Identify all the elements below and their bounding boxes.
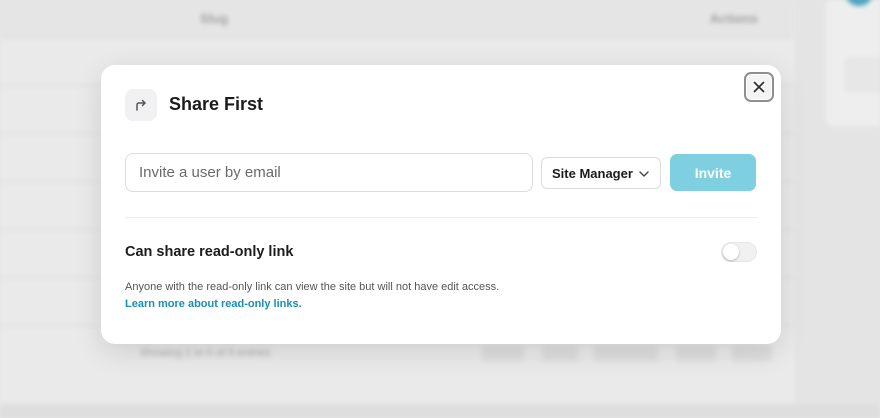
pager-first [482,345,524,361]
background-bottom [0,404,880,418]
pager-last [732,345,772,361]
pager-prev [542,345,578,361]
table-header: Slug Actions [0,0,795,38]
toggle-knob [723,244,739,260]
background-side-box [845,58,880,92]
description-text: Anyone with the read-only link can view … [125,281,500,293]
chevron-down-icon [639,171,649,177]
share-arrow-icon [125,89,157,121]
role-select-value: Site Manager [552,165,633,181]
column-header-slug: Slug [200,11,229,26]
invite-button[interactable]: Invite [670,154,756,191]
close-icon [753,81,765,93]
close-button[interactable] [744,72,774,102]
dialog-title: Share First [169,94,264,114]
divider [125,217,758,218]
share-dialog: Share First Site Manager Invite Can shar… [101,65,781,344]
column-header-actions: Actions [710,11,758,26]
readonly-link-description: Anyone with the read-only link can view … [125,279,505,312]
entries-count: Showing 1 to 5 of 5 entries [140,347,271,359]
role-select[interactable]: Site Manager [541,157,661,189]
pager-next [676,345,716,361]
invite-email-input[interactable] [125,153,533,192]
learn-more-link[interactable]: Learn more about read-only links. [125,298,302,310]
readonly-link-label: Can share read-only link [125,244,294,260]
pager-page [594,345,658,361]
readonly-link-toggle[interactable] [721,242,757,262]
